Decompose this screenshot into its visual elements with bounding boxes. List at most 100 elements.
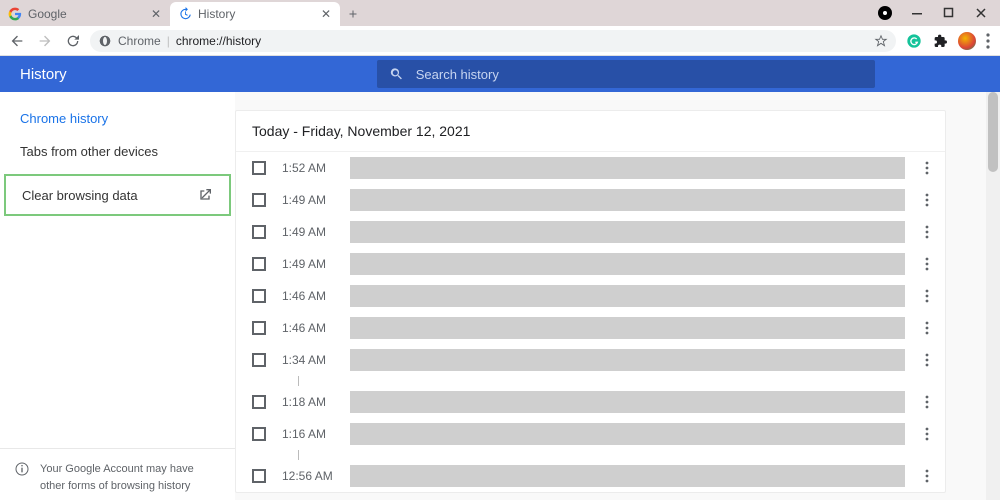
row-more-button[interactable]	[917, 257, 937, 271]
row-checkbox[interactable]	[252, 161, 266, 175]
history-row[interactable]: 1:49 AM	[236, 216, 945, 248]
toolbar-right	[902, 32, 994, 50]
row-time: 1:16 AM	[282, 427, 338, 441]
window-controls	[878, 0, 1000, 26]
row-divider-tick	[298, 450, 945, 460]
row-time: 1:46 AM	[282, 289, 338, 303]
history-rows: 1:52 AM 1:49 AM 1:49 AM 1:49 AM 1:46 AM 1:46 …	[236, 152, 945, 492]
history-row[interactable]: 12:56 AM	[236, 460, 945, 492]
history-row[interactable]: 1:16 AM	[236, 418, 945, 450]
row-entry-redacted	[350, 253, 905, 275]
row-more-button[interactable]	[917, 469, 937, 483]
close-icon[interactable]: ✕	[150, 8, 162, 20]
row-entry-redacted	[350, 317, 905, 339]
tab-title: History	[198, 7, 314, 21]
back-button[interactable]	[6, 30, 28, 52]
tab-title: Google	[28, 7, 144, 21]
reload-button[interactable]	[62, 30, 84, 52]
search-input[interactable]	[416, 67, 863, 82]
history-row[interactable]: 1:34 AM	[236, 344, 945, 376]
open-external-icon	[197, 187, 213, 203]
row-checkbox[interactable]	[252, 427, 266, 441]
row-entry-redacted	[350, 349, 905, 371]
toolbar: Chrome | chrome://history	[0, 26, 1000, 56]
info-icon	[14, 461, 30, 494]
vertical-scrollbar[interactable]	[986, 92, 1000, 500]
maximize-button[interactable]	[942, 6, 956, 20]
sidebar-item-clear-browsing-data[interactable]: Clear browsing data	[4, 174, 231, 216]
row-time: 1:49 AM	[282, 193, 338, 207]
row-checkbox[interactable]	[252, 289, 266, 303]
history-card: Today - Friday, November 12, 2021 1:52 A…	[235, 110, 946, 493]
row-more-button[interactable]	[917, 289, 937, 303]
sidebar-notice-text: Your Google Account may have other forms…	[40, 461, 221, 494]
row-checkbox[interactable]	[252, 321, 266, 335]
search-icon	[389, 66, 404, 82]
row-entry-redacted	[350, 285, 905, 307]
new-tab-button[interactable]	[340, 2, 366, 26]
kebab-menu-icon[interactable]	[986, 33, 990, 49]
row-more-button[interactable]	[917, 353, 937, 367]
minimize-button[interactable]	[910, 6, 924, 20]
row-entry-redacted	[350, 221, 905, 243]
omnibox-url: chrome://history	[176, 34, 261, 48]
page-title: History	[20, 66, 67, 83]
close-icon[interactable]: ✕	[320, 8, 332, 20]
globe-icon	[98, 34, 112, 48]
profile-avatar[interactable]	[958, 32, 976, 50]
history-favicon-icon	[178, 7, 192, 21]
history-row[interactable]: 1:46 AM	[236, 312, 945, 344]
grammarly-icon[interactable]	[906, 33, 922, 49]
history-row[interactable]: 1:49 AM	[236, 184, 945, 216]
google-favicon-icon	[8, 7, 22, 21]
row-time: 1:52 AM	[282, 161, 338, 175]
row-entry-redacted	[350, 423, 905, 445]
row-checkbox[interactable]	[252, 257, 266, 271]
row-entry-redacted	[350, 157, 905, 179]
row-entry-redacted	[350, 391, 905, 413]
row-more-button[interactable]	[917, 193, 937, 207]
row-checkbox[interactable]	[252, 225, 266, 239]
row-entry-redacted	[350, 465, 905, 487]
row-more-button[interactable]	[917, 427, 937, 441]
history-date-header: Today - Friday, November 12, 2021	[236, 111, 945, 152]
omnibox-separator: |	[167, 34, 170, 48]
row-time: 12:56 AM	[282, 469, 338, 483]
sidebar-notice: Your Google Account may have other forms…	[0, 448, 235, 500]
status-dot-icon	[878, 6, 892, 20]
close-window-button[interactable]	[974, 6, 988, 20]
row-more-button[interactable]	[917, 321, 937, 335]
row-more-button[interactable]	[917, 395, 937, 409]
history-row[interactable]: 1:49 AM	[236, 248, 945, 280]
row-checkbox[interactable]	[252, 395, 266, 409]
omnibox-chip: Chrome	[118, 34, 161, 48]
row-time: 1:49 AM	[282, 257, 338, 271]
scrollbar-thumb[interactable]	[988, 92, 998, 172]
row-more-button[interactable]	[917, 225, 937, 239]
tab-strip: Google ✕ History ✕	[0, 0, 1000, 26]
star-icon[interactable]	[874, 34, 888, 48]
row-checkbox[interactable]	[252, 469, 266, 483]
row-time: 1:49 AM	[282, 225, 338, 239]
row-more-button[interactable]	[917, 161, 937, 175]
address-bar[interactable]: Chrome | chrome://history	[90, 30, 896, 52]
search-history-box[interactable]	[377, 60, 875, 88]
sidebar-item-tabs-other-devices[interactable]: Tabs from other devices	[0, 135, 235, 168]
tab-google[interactable]: Google ✕	[0, 2, 170, 26]
row-divider-tick	[298, 376, 945, 386]
sidebar: Chrome history Tabs from other devices C…	[0, 92, 235, 500]
main-panel: Today - Friday, November 12, 2021 1:52 A…	[235, 92, 1000, 500]
forward-button[interactable]	[34, 30, 56, 52]
row-entry-redacted	[350, 189, 905, 211]
history-header: History	[0, 56, 1000, 92]
history-row[interactable]: 1:46 AM	[236, 280, 945, 312]
tab-history[interactable]: History ✕	[170, 2, 340, 26]
row-checkbox[interactable]	[252, 193, 266, 207]
history-row[interactable]: 1:52 AM	[236, 152, 945, 184]
row-checkbox[interactable]	[252, 353, 266, 367]
row-time: 1:18 AM	[282, 395, 338, 409]
extensions-icon[interactable]	[932, 33, 948, 49]
row-time: 1:34 AM	[282, 353, 338, 367]
history-row[interactable]: 1:18 AM	[236, 386, 945, 418]
sidebar-item-chrome-history[interactable]: Chrome history	[0, 102, 235, 135]
